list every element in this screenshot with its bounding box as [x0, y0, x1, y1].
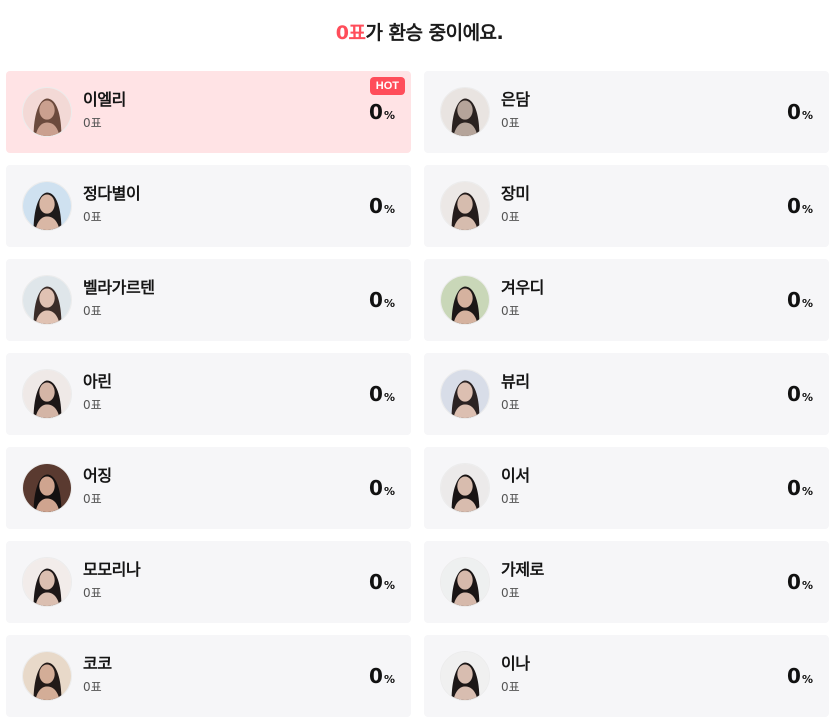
- candidate-percent: 0%: [787, 100, 813, 124]
- candidate-card[interactable]: 이나 0표 0%: [424, 635, 829, 717]
- portrait-image: [23, 464, 71, 512]
- candidate-name: 이엘리: [83, 90, 126, 109]
- avatar: [440, 651, 490, 701]
- avatar: [22, 369, 72, 419]
- portrait-image: [441, 370, 489, 418]
- candidate-name: 벨라가르텐: [83, 278, 155, 297]
- portrait-image: [441, 182, 489, 230]
- candidate-name: 어징: [83, 466, 112, 485]
- candidate-votes: 0표: [83, 116, 102, 130]
- candidate-name: 모모리나: [83, 560, 141, 579]
- avatar: [440, 369, 490, 419]
- candidate-percent: 0%: [787, 664, 813, 688]
- portrait-image: [441, 276, 489, 324]
- candidate-votes: 0표: [501, 116, 520, 130]
- candidate-card[interactable]: 정다별이 0표 0%: [6, 165, 411, 247]
- candidate-name: 이서: [501, 466, 530, 485]
- candidate-votes: 0표: [501, 398, 520, 412]
- portrait-image: [23, 558, 71, 606]
- candidate-card[interactable]: 어징 0표 0%: [6, 447, 411, 529]
- avatar: [22, 181, 72, 231]
- avatar: [440, 275, 490, 325]
- candidate-name: 가제로: [501, 560, 544, 579]
- candidate-name: 겨우디: [501, 278, 544, 297]
- avatar: [22, 87, 72, 137]
- candidate-card[interactable]: 가제로 0표 0%: [424, 541, 829, 623]
- avatar: [22, 651, 72, 701]
- portrait-image: [441, 558, 489, 606]
- candidate-votes: 0표: [83, 586, 102, 600]
- portrait-image: [23, 182, 71, 230]
- candidate-percent: 0%: [787, 382, 813, 406]
- candidate-percent: 0%: [369, 664, 395, 688]
- candidate-name: 장미: [501, 184, 530, 203]
- avatar: [440, 557, 490, 607]
- candidate-card[interactable]: 이엘리 0표 0% HOT: [6, 71, 411, 153]
- candidate-percent: 0%: [369, 100, 395, 124]
- portrait-image: [23, 88, 71, 136]
- candidate-percent: 0%: [369, 476, 395, 500]
- portrait-image: [23, 370, 71, 418]
- portrait-image: [23, 276, 71, 324]
- candidate-votes: 0표: [501, 586, 520, 600]
- portrait-image: [441, 652, 489, 700]
- title-suffix: 가 환승 중이에요.: [365, 22, 504, 44]
- candidate-name: 이나: [501, 654, 530, 673]
- avatar: [22, 463, 72, 513]
- avatar: [22, 557, 72, 607]
- candidate-name: 은담: [501, 90, 530, 109]
- candidate-votes: 0표: [501, 210, 520, 224]
- candidate-name: 뷰리: [501, 372, 530, 391]
- avatar: [440, 87, 490, 137]
- candidate-name: 코코: [83, 654, 112, 673]
- candidate-votes: 0표: [83, 304, 102, 318]
- portrait-image: [441, 464, 489, 512]
- portrait-image: [23, 652, 71, 700]
- candidate-card[interactable]: 벨라가르텐 0표 0%: [6, 259, 411, 341]
- candidate-votes: 0표: [83, 680, 102, 694]
- candidate-card[interactable]: 아린 0표 0%: [6, 353, 411, 435]
- candidate-votes: 0표: [501, 304, 520, 318]
- candidate-votes: 0표: [501, 492, 520, 506]
- avatar: [440, 181, 490, 231]
- candidate-percent: 0%: [787, 476, 813, 500]
- candidate-name: 아린: [83, 372, 112, 391]
- candidate-name: 정다별이: [83, 184, 141, 203]
- candidate-card[interactable]: 장미 0표 0%: [424, 165, 829, 247]
- candidate-card[interactable]: 코코 0표 0%: [6, 635, 411, 717]
- candidate-card[interactable]: 은담 0표 0%: [424, 71, 829, 153]
- candidate-percent: 0%: [369, 382, 395, 406]
- candidate-votes: 0표: [501, 680, 520, 694]
- candidate-percent: 0%: [369, 288, 395, 312]
- portrait-image: [441, 88, 489, 136]
- candidate-grid: 이엘리 0표 0% HOT 은담 0표 0% 정다별이 0표 0% 장미 0표 …: [6, 71, 829, 717]
- candidate-percent: 0%: [369, 194, 395, 218]
- candidate-votes: 0표: [83, 398, 102, 412]
- page-title: 0표가 환승 중이에요.: [0, 18, 839, 50]
- avatar: [440, 463, 490, 513]
- avatar: [22, 275, 72, 325]
- candidate-card[interactable]: 뷰리 0표 0%: [424, 353, 829, 435]
- candidate-votes: 0표: [83, 492, 102, 506]
- candidate-percent: 0%: [787, 194, 813, 218]
- candidate-card[interactable]: 겨우디 0표 0%: [424, 259, 829, 341]
- candidate-card[interactable]: 모모리나 0표 0%: [6, 541, 411, 623]
- candidate-card[interactable]: 이서 0표 0%: [424, 447, 829, 529]
- candidate-percent: 0%: [787, 570, 813, 594]
- candidate-percent: 0%: [369, 570, 395, 594]
- candidate-votes: 0표: [83, 210, 102, 224]
- hot-badge: HOT: [369, 77, 405, 95]
- vote-count: 0표: [335, 22, 366, 44]
- candidate-percent: 0%: [787, 288, 813, 312]
